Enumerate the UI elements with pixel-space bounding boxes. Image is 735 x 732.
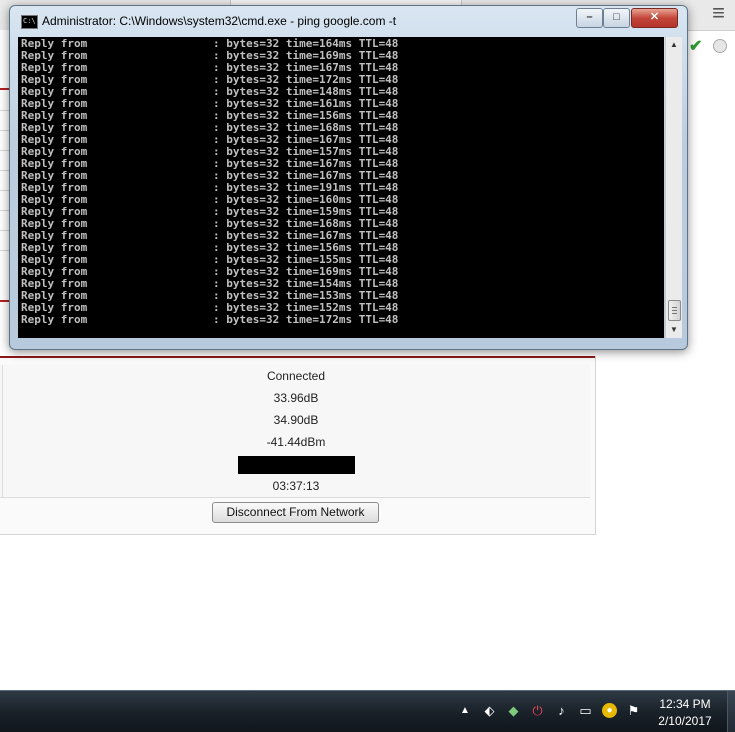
console-scrollbar[interactable]: ▲ ▼ xyxy=(665,37,682,338)
reply-label: Reply from xyxy=(21,313,88,326)
scroll-down-icon[interactable]: ▼ xyxy=(666,322,682,338)
flag-icon[interactable]: ⚑ xyxy=(626,703,641,718)
cmd-window-title: Administrator: C:\Windows\system32\cmd.e… xyxy=(42,14,397,28)
close-button[interactable]: ✕ xyxy=(631,8,678,28)
snr-value: 33.96dB xyxy=(273,391,319,405)
table-row xyxy=(0,453,590,476)
table-row: -41.44dBm xyxy=(0,431,590,454)
browser-menu-icon[interactable]: ≡ xyxy=(712,2,725,24)
minimize-icon: – xyxy=(586,11,593,23)
redacted-value xyxy=(2,453,590,475)
scroll-up-icon[interactable]: ▲ xyxy=(666,37,682,53)
table-top-border xyxy=(0,356,595,358)
console-line: Reply from : bytes=32 time=172ms TTL=48 xyxy=(21,314,398,326)
maximize-icon: □ xyxy=(613,11,620,23)
clock-time[interactable]: 12:34 PM xyxy=(655,696,715,712)
taskbar: ▲ ⬖ ◆ ⏻ ♪ ▭ ● ⚑ 12:34 PM 2/10/2017 xyxy=(0,690,735,732)
console-lines: Reply from: bytes=32 time=164ms TTL=48 Re… xyxy=(21,38,398,326)
security-icon[interactable]: ◆ xyxy=(506,703,521,718)
close-icon: ✕ xyxy=(649,11,660,23)
show-hidden-icons-icon[interactable]: ▲ xyxy=(460,705,470,716)
uptime-value: 03:37:13 xyxy=(272,479,320,493)
table-row: 33.96dB xyxy=(0,387,590,410)
cmd-window[interactable]: C:\ Administrator: C:\Windows\system32\c… xyxy=(9,5,688,350)
minimize-button[interactable]: – xyxy=(576,8,603,28)
volume-icon[interactable]: ♪ xyxy=(554,703,569,718)
redaction-box xyxy=(237,455,355,474)
rssi-value: -41.44dBm xyxy=(266,435,326,449)
network-drive-icon[interactable]: ⬖ xyxy=(482,703,497,718)
display-icon[interactable]: ▭ xyxy=(578,703,593,718)
chrome-icon[interactable]: ● xyxy=(602,703,617,718)
scroll-thumb[interactable] xyxy=(668,300,681,321)
console-output[interactable]: Reply from: bytes=32 time=164ms TTL=48 Re… xyxy=(18,37,664,338)
checkmark-icon: ✔ xyxy=(689,38,703,55)
connection-status: Connected xyxy=(266,369,326,383)
show-desktop-button[interactable] xyxy=(727,691,735,732)
connection-status-table: Connected 33.96dB 34.90dB -41.44dBm 03:3… xyxy=(0,356,596,535)
table-row: 34.90dB xyxy=(0,409,590,432)
status-circle-icon xyxy=(713,39,727,53)
clock-date[interactable]: 2/10/2017 xyxy=(655,713,715,729)
maximize-button[interactable]: □ xyxy=(603,8,630,28)
snr2-value: 34.90dB xyxy=(273,413,319,427)
cmd-icon-text: C:\ xyxy=(23,17,36,25)
power-icon[interactable]: ⏻ xyxy=(530,703,545,718)
reply-details: : bytes=32 time=172ms TTL=48 xyxy=(213,313,399,326)
table-row: Connected xyxy=(0,365,590,388)
table-row: 03:37:13 xyxy=(0,475,590,498)
disconnect-from-network-button[interactable]: Disconnect From Network xyxy=(212,502,379,523)
cmd-icon[interactable]: C:\ xyxy=(21,15,38,29)
